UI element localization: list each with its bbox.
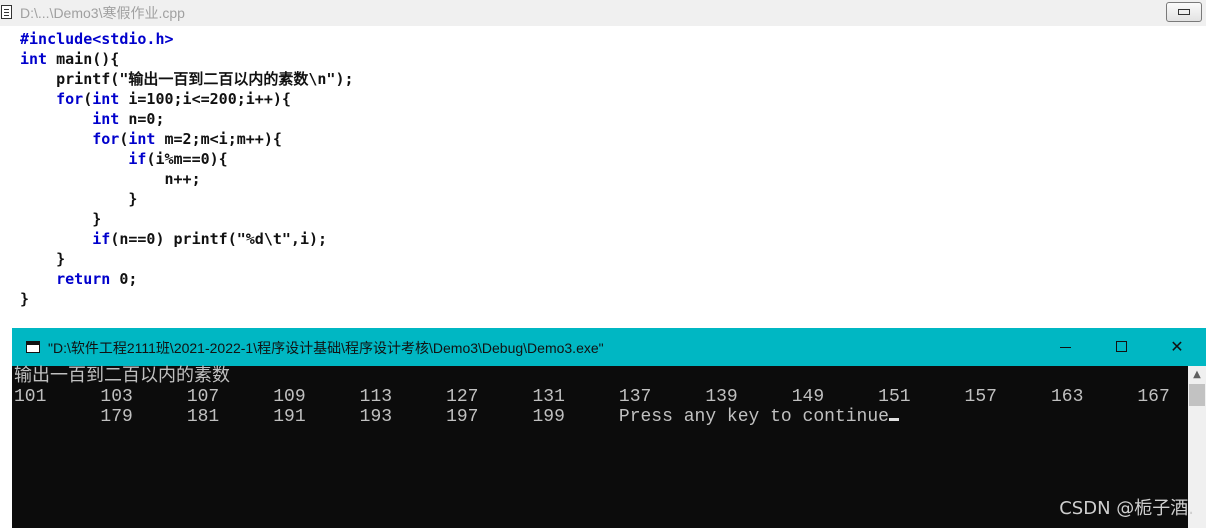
code-keyword: if (92, 230, 111, 248)
console-primes-row-2-text: 179 181 191 193 197 199 Press any key to… (14, 407, 889, 427)
code-keyword: for (92, 130, 120, 148)
console-title: "D:\软件工程2111班\2021-2022-1\程序设计基础\程序设计考核\… (48, 340, 604, 356)
code-text: main(){ (47, 50, 120, 68)
code-keyword: return (56, 270, 111, 288)
code-text: (n==0) printf("%d\t",i); (110, 230, 328, 248)
code-line: int n=0; (20, 110, 165, 128)
code-text: 0; (110, 270, 138, 288)
close-icon: ✕ (1170, 337, 1184, 356)
code-text: n++; (20, 170, 201, 188)
code-keyword: for (56, 90, 84, 108)
code-line: } (20, 210, 101, 228)
console-primes-row-1: 101 103 107 109 113 127 131 137 139 149 … (14, 387, 1206, 407)
editor-title: D:\...\Demo3\寒假作业.cpp (20, 5, 185, 21)
code-text: printf("输出一百到二百以内的素数\n"); (20, 70, 354, 88)
scroll-thumb[interactable] (1189, 384, 1205, 406)
editor-restore-button[interactable] (1166, 2, 1202, 22)
code-keyword: int (20, 50, 48, 68)
code-line: printf("输出一百到二百以内的素数\n"); (20, 70, 354, 88)
code-editor[interactable]: #include<stdio.h> int main(){ printf("输出… (0, 26, 1206, 328)
document-icon (1, 5, 12, 19)
watermark: CSDN @栀子酒. (1059, 498, 1194, 519)
text-cursor (888, 418, 899, 421)
code-keyword: int (92, 90, 120, 108)
code-line: } (20, 290, 29, 308)
console-window: "D:\软件工程2111班\2021-2022-1\程序设计基础\程序设计考核\… (12, 328, 1206, 528)
console-output-heading: 输出一百到二百以内的素数 (14, 367, 230, 387)
code-keyword: #include<stdio.h> (20, 30, 174, 48)
console-primes-row-2: 179 181 191 193 197 199 Press any key to… (14, 407, 899, 427)
code-text: } (20, 210, 102, 228)
code-line: int main(){ (20, 50, 119, 68)
console-titlebar[interactable]: "D:\软件工程2111班\2021-2022-1\程序设计基础\程序设计考核\… (12, 328, 1206, 366)
code-text: } (20, 290, 30, 308)
code-line: for(int i=100;i<=200;i++){ (20, 90, 291, 108)
code-keyword: int (128, 130, 156, 148)
close-button[interactable]: ✕ (1154, 328, 1200, 366)
maximize-button[interactable] (1098, 328, 1144, 366)
code-keyword: int (92, 110, 120, 128)
code-line: n++; (20, 170, 201, 188)
code-line: if(i%m==0){ (20, 150, 228, 168)
code-line: } (20, 190, 137, 208)
code-line: #include<stdio.h> (20, 30, 174, 48)
code-line: return 0; (20, 270, 137, 288)
code-line: for(int m=2;m<i;m++){ (20, 130, 282, 148)
source-code[interactable]: #include<stdio.h> int main(){ printf("输出… (20, 29, 354, 309)
minimize-button[interactable] (1042, 328, 1088, 366)
code-text: (i%m==0){ (146, 150, 228, 168)
code-keyword: if (128, 150, 147, 168)
console-app-icon (26, 341, 40, 353)
scroll-up-arrow-icon[interactable]: ▲ (1188, 366, 1206, 384)
code-line: if(n==0) printf("%d\t",i); (20, 230, 327, 248)
code-text: i=100;i<=200;i++){ (119, 90, 291, 108)
editor-titlebar: D:\...\Demo3\寒假作业.cpp (0, 0, 1206, 27)
restore-icon (1178, 9, 1190, 15)
code-line: } (20, 250, 65, 268)
code-text: } (20, 190, 138, 208)
console-output[interactable]: 输出一百到二百以内的素数 101 103 107 109 113 127 131… (12, 366, 1188, 528)
code-text: ( (83, 90, 93, 108)
code-text: m=2;m<i;m++){ (155, 130, 282, 148)
code-text: n=0; (119, 110, 165, 128)
code-text: } (20, 250, 66, 268)
